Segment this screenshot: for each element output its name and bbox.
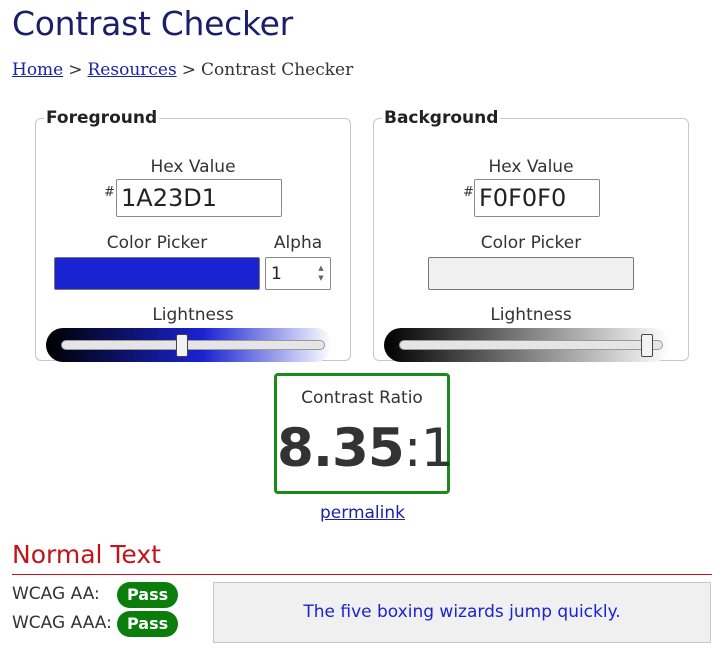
normal-text-heading: Normal Text <box>12 540 161 569</box>
alpha-value: 1 <box>271 264 282 284</box>
foreground-color-swatch[interactable] <box>54 257 260 290</box>
foreground-lightness-label: Lightness <box>152 305 234 325</box>
background-hex-label: Hex Value <box>488 157 574 177</box>
contrast-ratio-number: 8.35 <box>277 418 405 479</box>
breadcrumb-home-link[interactable]: Home <box>12 60 63 80</box>
foreground-hex-input[interactable] <box>116 179 282 217</box>
wcag-aa-pass-badge: Pass <box>117 582 179 608</box>
background-lightness-slider[interactable] <box>384 328 670 362</box>
contrast-ratio-value: 8.35:1 <box>277 418 454 479</box>
page-title: Contrast Checker <box>12 4 293 43</box>
foreground-color-picker-label: Color Picker <box>106 233 208 253</box>
normal-text-sample: The five boxing wizards jump quickly. <box>213 582 711 643</box>
slider-thumb[interactable] <box>641 334 654 357</box>
alpha-label: Alpha <box>273 233 323 253</box>
foreground-panel: Foreground Hex Value # Color Picker Alph… <box>35 108 351 362</box>
background-lightness-label: Lightness <box>490 305 572 325</box>
contrast-ratio-suffix: :1 <box>403 418 455 479</box>
background-legend: Background <box>384 108 499 128</box>
breadcrumb-resources-link[interactable]: Resources <box>88 60 177 80</box>
breadcrumb: Home > Resources > Contrast Checker <box>12 60 353 80</box>
slider-thumb[interactable] <box>176 334 189 357</box>
slider-rail <box>399 340 663 350</box>
background-color-picker-label: Color Picker <box>480 233 582 253</box>
contrast-ratio-label: Contrast Ratio <box>301 388 423 408</box>
contrast-ratio-box: Contrast Ratio 8.35:1 <box>274 373 454 494</box>
foreground-lightness-slider[interactable] <box>46 328 332 362</box>
breadcrumb-current: Contrast Checker <box>200 60 354 80</box>
section-divider <box>12 574 712 575</box>
slider-rail <box>61 340 325 350</box>
wcag-aaa-pass-badge: Pass <box>117 611 179 637</box>
foreground-hex-label: Hex Value <box>150 157 236 177</box>
background-hex-input[interactable] <box>474 179 600 217</box>
hash-symbol: # <box>104 185 115 200</box>
breadcrumb-separator: > <box>181 60 196 80</box>
wcag-aaa-label: WCAG AAA: <box>12 613 112 633</box>
background-panel: Background Hex Value # Color Picker Ligh… <box>373 108 689 362</box>
hash-symbol: # <box>463 185 474 200</box>
alpha-spinner-icon[interactable]: ▲ ▼ <box>315 263 327 284</box>
background-color-swatch[interactable] <box>428 257 634 290</box>
alpha-input[interactable]: 1 ▲ ▼ <box>265 257 331 290</box>
breadcrumb-separator: > <box>68 60 83 80</box>
wcag-aa-label: WCAG AA: <box>12 584 100 604</box>
permalink-link[interactable]: permalink <box>320 503 405 523</box>
foreground-legend: Foreground <box>46 108 158 128</box>
